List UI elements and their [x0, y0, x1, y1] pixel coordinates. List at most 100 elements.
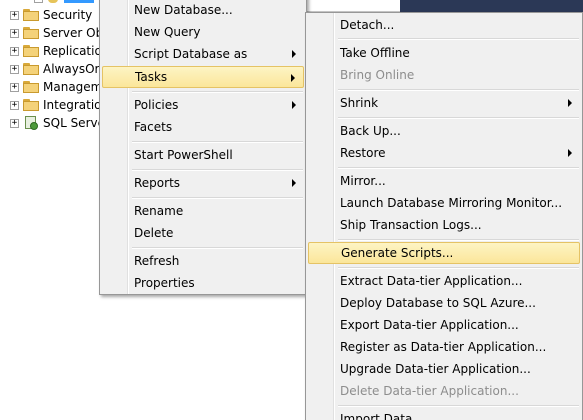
menu-item-facets[interactable]: Facets — [102, 116, 304, 138]
menu-item-start-powershell[interactable]: Start PowerShell — [102, 144, 304, 166]
menu-item-properties[interactable]: Properties — [102, 272, 304, 294]
menu-separator — [338, 267, 579, 269]
submenu-arrow-icon — [568, 149, 572, 157]
tree-item-alwayson[interactable]: + AlwaysOr — [10, 60, 99, 78]
expand-icon[interactable]: + — [10, 28, 19, 38]
expand-icon[interactable]: + — [10, 82, 19, 92]
database-icon — [48, 0, 58, 3]
menu-item-label: New Query — [134, 25, 201, 39]
menu-item-import-data[interactable]: Import Data... — [308, 408, 580, 420]
tree-item-sql-server-agent[interactable]: + SQL Serve — [10, 114, 105, 132]
menu-item-refresh[interactable]: Refresh — [102, 250, 304, 272]
tree-item-label: Server Ob — [43, 26, 104, 40]
tree-item-security[interactable]: + Security — [10, 6, 92, 24]
menu-item-shrink[interactable]: Shrink — [308, 92, 580, 114]
server-agent-icon — [23, 116, 39, 130]
menu-item-label: Generate Scripts... — [341, 246, 454, 260]
menu-item-label: Register as Data-tier Application... — [340, 340, 547, 354]
expand-icon[interactable]: + — [10, 118, 19, 128]
menu-item-back-up[interactable]: Back Up... — [308, 120, 580, 142]
menu-item-label: Extract Data-tier Application... — [340, 274, 523, 288]
expand-icon[interactable]: + — [10, 10, 19, 20]
menu-separator — [132, 247, 303, 249]
menu-item-policies[interactable]: Policies — [102, 94, 304, 116]
folder-icon — [23, 9, 39, 21]
menu-separator — [338, 405, 579, 407]
menu-item-label: Start PowerShell — [134, 148, 233, 162]
submenu-arrow-icon — [568, 99, 572, 107]
menu-item-label: Back Up... — [340, 124, 401, 138]
menu-item-register-data-tier-app[interactable]: Register as Data-tier Application... — [308, 336, 580, 358]
menu-separator — [338, 89, 579, 91]
menu-item-label: Mirror... — [340, 174, 386, 188]
tree-item-label: SQL Serve — [43, 116, 105, 130]
menu-item-label: New Database... — [134, 3, 233, 17]
menu-item-take-offline[interactable]: Take Offline — [308, 42, 580, 64]
menu-item-label: Deploy Database to SQL Azure... — [340, 296, 536, 310]
menu-item-label: Script Database as — [134, 47, 248, 61]
menu-item-ship-transaction-logs[interactable]: Ship Transaction Logs... — [308, 214, 580, 236]
menu-separator — [132, 91, 303, 93]
tree-item-label: Security — [43, 8, 93, 22]
menu-item-launch-mirroring-monitor[interactable]: Launch Database Mirroring Monitor... — [308, 192, 580, 214]
menu-item-generate-scripts[interactable]: Generate Scripts... — [308, 242, 580, 264]
menu-item-deploy-to-sql-azure[interactable]: Deploy Database to SQL Azure... — [308, 292, 580, 314]
menu-item-upgrade-data-tier-app[interactable]: Upgrade Data-tier Application... — [308, 358, 580, 380]
database-context-menu: New Database... New Query Script Databas… — [99, 0, 307, 295]
menu-separator — [132, 169, 303, 171]
menu-item-label: Export Data-tier Application... — [340, 318, 519, 332]
object-explorer-tree: + Security + Server Ob + Replicatio + Al… — [0, 0, 110, 420]
menu-item-export-data-tier-app[interactable]: Export Data-tier Application... — [308, 314, 580, 336]
folder-icon — [23, 99, 39, 111]
submenu-arrow-icon — [291, 74, 295, 82]
menu-item-label: Launch Database Mirroring Monitor... — [340, 196, 563, 210]
menu-item-reports[interactable]: Reports — [102, 172, 304, 194]
expand-icon[interactable]: + — [10, 64, 19, 74]
tree-item-management[interactable]: + Managem — [10, 78, 102, 96]
menu-item-script-database-as[interactable]: Script Database as — [102, 43, 304, 65]
tree-item-integration[interactable]: + Integratio — [10, 96, 102, 114]
menu-item-label: Shrink — [340, 96, 379, 110]
menu-item-label: Policies — [134, 98, 179, 112]
collapse-icon[interactable] — [34, 0, 43, 3]
menu-item-label: Refresh — [134, 254, 180, 268]
menu-item-tasks[interactable]: Tasks — [102, 66, 304, 88]
menu-item-label: Upgrade Data-tier Application... — [340, 362, 531, 376]
menu-item-label: Ship Transaction Logs... — [340, 218, 482, 232]
menu-item-rename[interactable]: Rename — [102, 200, 304, 222]
document-area — [306, 0, 400, 12]
tree-item-label: Integratio — [43, 98, 102, 112]
menu-item-mirror[interactable]: Mirror... — [308, 170, 580, 192]
menu-item-restore[interactable]: Restore — [308, 142, 580, 164]
menu-item-label: Tasks — [135, 70, 168, 84]
menu-item-detach[interactable]: Detach... — [308, 14, 580, 36]
menu-item-delete[interactable]: Delete — [102, 222, 304, 244]
menu-item-new-query[interactable]: New Query — [102, 21, 304, 43]
menu-item-label: Properties — [134, 276, 195, 290]
menu-item-new-database[interactable]: New Database... — [102, 0, 304, 21]
selected-node-highlight — [64, 0, 94, 3]
menu-item-label: Take Offline — [340, 46, 410, 60]
expand-icon[interactable]: + — [10, 100, 19, 110]
tree-item-label: AlwaysOr — [43, 62, 100, 76]
tree-item-label: Managem — [43, 80, 103, 94]
tree-item-replication[interactable]: + Replicatio — [10, 42, 102, 60]
menu-item-delete-data-tier-app: Delete Data-tier Application... — [308, 380, 580, 402]
menu-item-extract-data-tier-app[interactable]: Extract Data-tier Application... — [308, 270, 580, 292]
tree-item-server-objects[interactable]: + Server Ob — [10, 24, 103, 42]
tree-item-label: Replicatio — [43, 44, 102, 58]
menu-separator — [338, 38, 579, 40]
tasks-submenu: Detach... Take Offline Bring Online Shri… — [305, 12, 583, 420]
menu-item-label: Detach... — [340, 18, 395, 32]
submenu-arrow-icon — [292, 179, 296, 187]
menu-separator — [132, 197, 303, 199]
menu-separator — [132, 141, 303, 143]
folder-icon — [23, 63, 39, 75]
menu-item-label: Delete Data-tier Application... — [340, 384, 519, 398]
folder-icon — [23, 27, 39, 39]
expand-icon[interactable]: + — [10, 46, 19, 56]
selected-database-node[interactable] — [30, 0, 110, 4]
menu-item-bring-online: Bring Online — [308, 64, 580, 86]
menu-item-label: Delete — [134, 226, 174, 240]
submenu-arrow-icon — [292, 101, 296, 109]
